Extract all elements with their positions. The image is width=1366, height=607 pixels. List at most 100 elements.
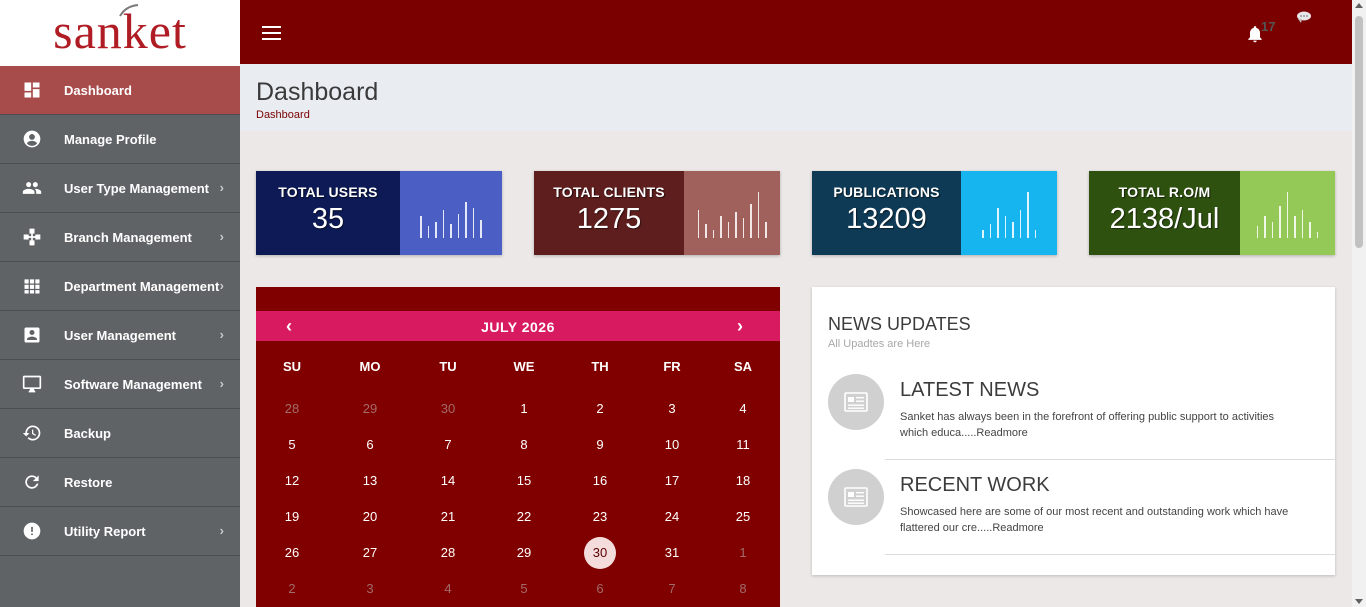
chevron-right-icon[interactable]: › [737, 316, 743, 337]
news-item-text[interactable]: Showcased here are some of our most rece… [900, 504, 1300, 536]
calendar-day[interactable]: 17 [656, 465, 688, 497]
logo-swoosh-icon [119, 4, 139, 17]
calendar-day[interactable]: 26 [276, 537, 308, 569]
calendar-day[interactable]: 8 [508, 429, 540, 461]
calendar-day[interactable]: 1 [727, 537, 759, 569]
sidebar-item-restore[interactable]: Restore [0, 458, 240, 507]
contact-card-icon [0, 325, 64, 345]
chevron-right-icon: › [219, 180, 224, 195]
calendar-day[interactable]: 1 [508, 393, 540, 425]
calendar-day[interactable]: 7 [432, 429, 464, 461]
calendar-day[interactable]: 25 [727, 501, 759, 533]
weekday-label: SA [733, 359, 753, 374]
stat-card-left: TOTAL R.O/M 2138/Jul [1089, 171, 1240, 255]
stat-value: 2138/Jul [1109, 203, 1220, 235]
news-subtitle: All Upadtes are Here [828, 338, 931, 350]
sidebar-item-label: Restore [64, 474, 113, 490]
sidebar-item-user-management[interactable]: User Management › [0, 311, 240, 360]
divider [885, 554, 1335, 555]
calendar-day[interactable]: 9 [584, 429, 616, 461]
sidebar-item-label: Branch Management [64, 229, 192, 245]
news-item-text[interactable]: Sanket has always been in the forefront … [900, 409, 1300, 441]
scroll-thumb[interactable] [1355, 16, 1363, 248]
calendar-day[interactable]: 4 [432, 573, 464, 605]
stat-card-publications[interactable]: PUBLICATIONS 13209 [812, 171, 1057, 255]
calendar-day[interactable]: 20 [354, 501, 386, 533]
calendar-day[interactable]: 3 [354, 573, 386, 605]
sidebar-item-label: User Management [64, 327, 176, 343]
people-icon [0, 178, 64, 198]
news-title: NEWS UPDATES [828, 314, 971, 334]
sparkline-icon [420, 188, 482, 238]
breadcrumb[interactable]: Dashboard [256, 109, 310, 121]
sparkline-icon [1256, 188, 1319, 238]
weekday-label: FR [663, 359, 681, 374]
calendar-day[interactable]: 12 [276, 465, 308, 497]
sidebar-item-software-management[interactable]: Software Management › [0, 360, 240, 409]
calendar-day[interactable]: 13 [354, 465, 386, 497]
logo[interactable]: sanket [0, 0, 240, 66]
sidebar-item-backup[interactable]: Backup [0, 409, 240, 458]
account-circle-icon [0, 129, 64, 149]
sidebar-item-dashboard[interactable]: Dashboard [0, 66, 240, 115]
grid-icon [0, 276, 64, 296]
stat-card-total-rom[interactable]: TOTAL R.O/M 2138/Jul [1089, 171, 1335, 255]
calendar-day[interactable]: 28 [432, 537, 464, 569]
stat-title: TOTAL USERS [278, 184, 378, 200]
dashboard-icon [0, 80, 64, 100]
stat-title: TOTAL R.O/M [1118, 184, 1211, 200]
calendar-day[interactable]: 31 [656, 537, 688, 569]
top-bar: 17 [240, 0, 1352, 64]
calendar-day[interactable]: 8 [727, 573, 759, 605]
scroll-up-icon[interactable] [1355, 3, 1363, 8]
sidebar-item-label: Backup [64, 425, 111, 441]
calendar-day[interactable]: 30 [432, 393, 464, 425]
weekday-label: SU [282, 359, 302, 374]
stat-card-total-clients[interactable]: TOTAL CLIENTS 1275 [534, 171, 780, 255]
sidebar-item-manage-profile[interactable]: Manage Profile [0, 115, 240, 164]
weekday-label: MO [359, 359, 381, 374]
calendar-day[interactable]: 18 [727, 465, 759, 497]
calendar-day[interactable]: 7 [656, 573, 688, 605]
calendar-day-today[interactable]: 30 [584, 537, 616, 569]
sidebar-item-branch-management[interactable]: Branch Management › [0, 213, 240, 262]
calendar-day[interactable]: 29 [354, 393, 386, 425]
sidebar-item-utility-report[interactable]: Utility Report › [0, 507, 240, 556]
newspaper-icon [828, 469, 884, 525]
calendar-day[interactable]: 28 [276, 393, 308, 425]
calendar-day[interactable]: 23 [584, 501, 616, 533]
calendar-day[interactable]: 2 [276, 573, 308, 605]
stat-card-right [1240, 171, 1335, 255]
chevron-right-icon: › [219, 376, 224, 391]
calendar-day[interactable]: 22 [508, 501, 540, 533]
sidebar-item-department-management[interactable]: Department Management › [0, 262, 240, 311]
calendar-day[interactable]: 15 [508, 465, 540, 497]
calendar-day[interactable]: 6 [584, 573, 616, 605]
calendar-day[interactable]: 19 [276, 501, 308, 533]
scroll-down-icon[interactable] [1355, 599, 1363, 604]
scrollbar[interactable] [1352, 0, 1366, 607]
stat-card-total-users[interactable]: TOTAL USERS 35 [256, 171, 502, 255]
sidebar-item-label: Utility Report [64, 523, 146, 539]
calendar-month-label[interactable]: JULY 2026 [256, 319, 780, 335]
calendar-day[interactable]: 16 [584, 465, 616, 497]
calendar-day[interactable]: 3 [656, 393, 688, 425]
calendar-day[interactable]: 29 [508, 537, 540, 569]
calendar-day[interactable]: 6 [354, 429, 386, 461]
calendar-day[interactable]: 5 [508, 573, 540, 605]
calendar-day[interactable]: 14 [432, 465, 464, 497]
calendar-day[interactable]: 4 [727, 393, 759, 425]
calendar-header: ‹ JULY 2026 › [256, 311, 780, 341]
divider [885, 459, 1335, 460]
calendar-day[interactable]: 10 [656, 429, 688, 461]
stat-card-left: TOTAL CLIENTS 1275 [534, 171, 684, 255]
sidebar-item-user-type-management[interactable]: User Type Management › [0, 164, 240, 213]
calendar-day[interactable]: 2 [584, 393, 616, 425]
calendar-day[interactable]: 11 [727, 429, 759, 461]
avatar-icon[interactable] [1295, 10, 1313, 24]
calendar-day[interactable]: 21 [432, 501, 464, 533]
hamburger-icon[interactable] [262, 26, 281, 44]
calendar-day[interactable]: 24 [656, 501, 688, 533]
calendar-day[interactable]: 5 [276, 429, 308, 461]
calendar-day[interactable]: 27 [354, 537, 386, 569]
